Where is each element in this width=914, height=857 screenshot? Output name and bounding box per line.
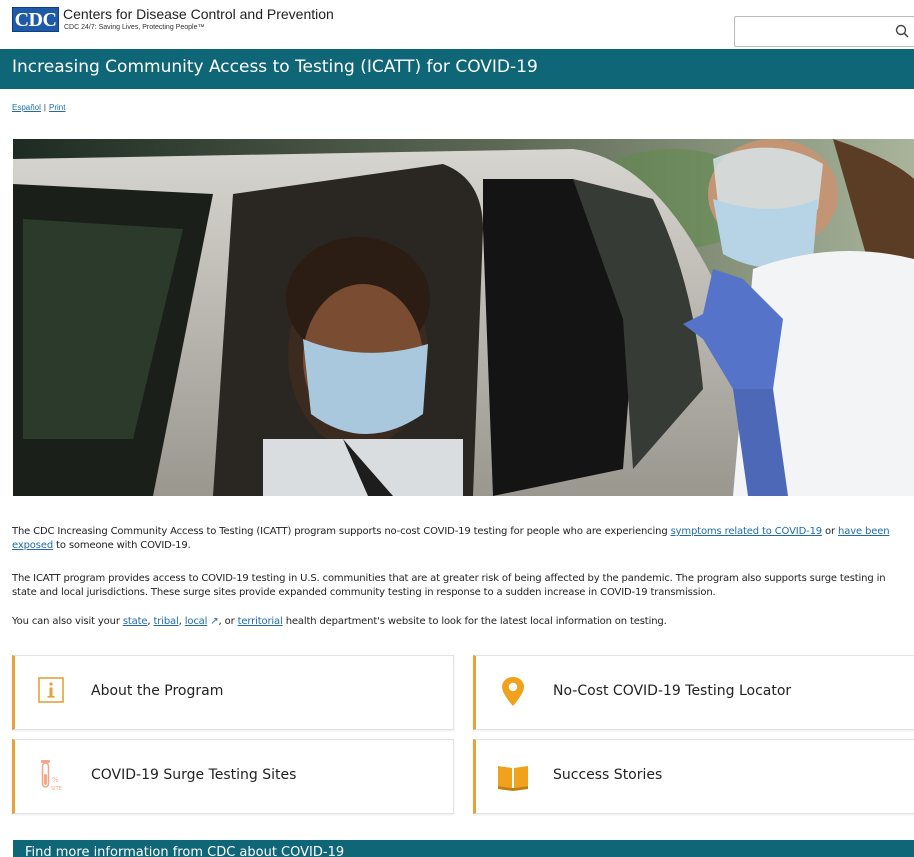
- intro-text: , or: [218, 616, 238, 627]
- espanol-link[interactable]: Español: [12, 103, 41, 112]
- page-title: Increasing Community Access to Testing (…: [12, 57, 538, 77]
- org-tagline: CDC 24/7: Saving Lives, Protecting Peopl…: [64, 24, 205, 31]
- language-print-links: Español | Print: [12, 103, 65, 112]
- card-label: No-Cost COVID-19 Testing Locator: [553, 683, 792, 699]
- test-tube-icon: % SITE: [41, 760, 62, 792]
- card-label: About the Program: [91, 683, 224, 699]
- hero-illustration: [13, 139, 914, 496]
- intro-text: or: [822, 526, 839, 537]
- print-link[interactable]: Print: [49, 103, 65, 112]
- symptoms-link[interactable]: symptoms related to COVID-19: [671, 526, 823, 537]
- intro-paragraph-3: You can also visit your state, tribal, l…: [12, 615, 907, 629]
- card-label: Success Stories: [553, 767, 663, 783]
- svg-text:SITE: SITE: [51, 786, 62, 792]
- testing-locator-card[interactable]: No-Cost COVID-19 Testing Locator: [473, 655, 914, 730]
- success-stories-card[interactable]: Success Stories: [473, 739, 914, 814]
- intro-text: The CDC Increasing Community Access to T…: [12, 526, 671, 537]
- search-icon[interactable]: [895, 22, 909, 40]
- state-link[interactable]: state: [123, 616, 148, 627]
- more-info-bar[interactable]: Find more information from CDC about COV…: [13, 840, 914, 857]
- svg-text:%: %: [52, 776, 59, 784]
- more-info-label: Find more information from CDC about COV…: [25, 845, 345, 857]
- about-program-card[interactable]: About the Program: [12, 655, 454, 730]
- map-pin-icon: [502, 677, 524, 706]
- tribal-link[interactable]: tribal: [153, 616, 178, 627]
- territorial-link[interactable]: territorial: [238, 616, 283, 627]
- intro-paragraph-1: The CDC Increasing Community Access to T…: [12, 525, 907, 553]
- page-title-bar: Increasing Community Access to Testing (…: [0, 49, 914, 89]
- link-separator: |: [43, 103, 46, 112]
- external-link-icon: ↗: [207, 616, 219, 627]
- book-icon: [498, 766, 528, 791]
- search-input[interactable]: [734, 16, 914, 47]
- local-link[interactable]: local: [185, 616, 208, 627]
- intro-text: health department's website to look for …: [282, 616, 667, 627]
- site-header: CDC Centers for Disease Control and Prev…: [0, 0, 914, 48]
- cdc-logo[interactable]: CDC: [12, 7, 59, 32]
- hero-image: [13, 139, 914, 496]
- card-label: COVID-19 Surge Testing Sites: [91, 767, 297, 783]
- surge-testing-card[interactable]: % SITE COVID-19 Surge Testing Sites: [12, 739, 454, 814]
- info-icon: [38, 677, 64, 703]
- org-name[interactable]: Centers for Disease Control and Preventi…: [63, 6, 334, 22]
- intro-paragraph-2: The ICATT program provides access to COV…: [12, 573, 886, 598]
- intro-text: You can also visit your: [12, 616, 123, 627]
- intro-text: to someone with COVID-19.: [53, 540, 191, 551]
